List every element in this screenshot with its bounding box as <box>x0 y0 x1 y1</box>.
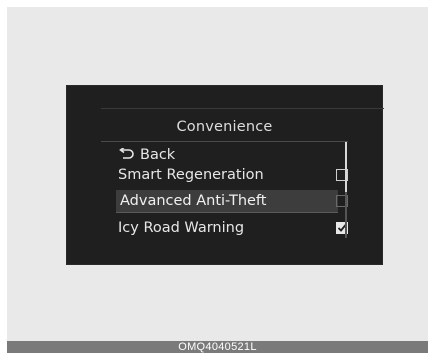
top-divider <box>101 108 384 109</box>
menu-item-label: Icy Road Warning <box>118 220 245 236</box>
menu-title: Convenience <box>176 119 273 135</box>
menu-item-smart-regeneration[interactable]: Smart Regeneration <box>118 165 348 185</box>
scrollbar[interactable] <box>345 142 347 238</box>
image-code-caption: OMQ4040521L <box>7 341 428 353</box>
back-label: Back <box>140 147 176 163</box>
menu-item-label: Smart Regeneration <box>118 167 264 183</box>
scroll-thumb[interactable] <box>345 142 347 192</box>
menu-item-icy-road-warning[interactable]: Icy Road Warning <box>118 218 348 238</box>
menu-item-label: Advanced Anti-Theft <box>120 193 267 209</box>
title-divider <box>101 141 348 142</box>
back-button[interactable]: Back <box>118 145 348 165</box>
menu-item-advanced-anti-theft[interactable]: Advanced Anti-Theft <box>116 190 348 212</box>
cluster-display: Convenience Back Smart Regeneration Adva… <box>66 85 384 265</box>
return-arrow-icon <box>118 146 134 159</box>
